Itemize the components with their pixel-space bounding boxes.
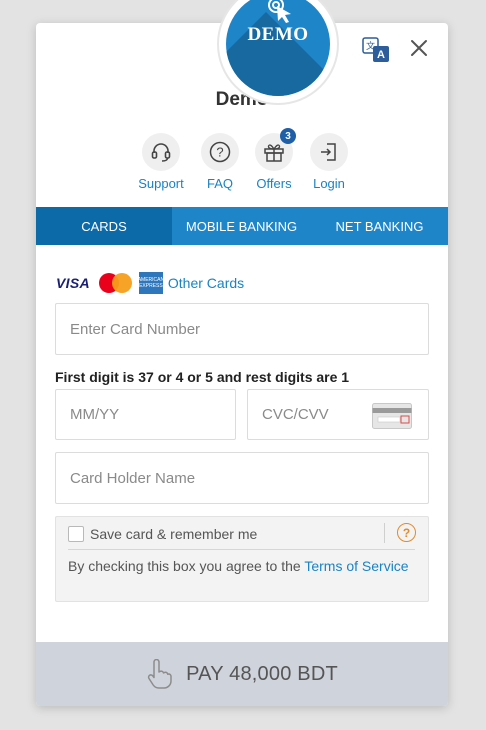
divider — [68, 549, 415, 550]
login-link[interactable]: Login — [299, 133, 359, 191]
divider — [384, 523, 385, 543]
faq-label: FAQ — [206, 176, 233, 191]
question-icon: ? — [209, 141, 231, 163]
payment-modal: DEMO 文 A Demo Support ? FAQ 3 Offers Log… — [36, 0, 448, 706]
other-cards-link[interactable]: Other Cards — [168, 275, 244, 291]
gift-icon — [264, 144, 284, 162]
faq-link[interactable]: ? FAQ — [190, 133, 250, 191]
payment-tabs: CARDS MOBILE BANKING NET BANKING — [36, 207, 448, 245]
amex-logo: AMERICAN EXPRESS — [138, 272, 164, 294]
tab-cards[interactable]: CARDS — [36, 207, 172, 245]
visa-logo: VISA — [56, 275, 90, 291]
save-card-label[interactable]: Save card & remember me — [90, 526, 257, 542]
offers-badge: 3 — [280, 128, 296, 144]
card-brands: VISA AMERICAN EXPRESS Other Cards — [56, 272, 244, 294]
login-label: Login — [313, 176, 345, 191]
offers-label: Offers — [256, 176, 292, 191]
svg-text:A: A — [377, 49, 385, 61]
close-icon[interactable] — [408, 37, 430, 59]
offers-link[interactable]: 3 Offers — [244, 128, 304, 191]
pay-button[interactable]: PAY 48,000 BDT — [36, 642, 448, 706]
card-holder-input[interactable] — [55, 452, 429, 504]
pay-label: PAY 48,000 BDT — [186, 662, 338, 685]
logo-text: DEMO — [247, 24, 309, 45]
headset-icon — [151, 143, 171, 162]
terms-text: By checking this box you agree to the Te… — [68, 556, 418, 576]
save-card-box: Save card & remember me ? By checking th… — [55, 516, 429, 602]
save-card-checkbox[interactable] — [68, 526, 84, 542]
support-link[interactable]: Support — [131, 133, 191, 191]
help-icon[interactable]: ? — [397, 523, 416, 542]
mastercard-logo — [98, 273, 133, 293]
logo-badge: DEMO — [226, 0, 330, 96]
expiry-input[interactable] — [55, 389, 236, 440]
tab-mobile-banking[interactable]: MOBILE BANKING — [172, 207, 311, 245]
translate-icon[interactable]: 文 A — [362, 37, 390, 63]
terms-prefix: By checking this box you agree to the — [68, 558, 305, 574]
terms-of-service-link[interactable]: Terms of Service — [304, 558, 408, 574]
support-label: Support — [138, 176, 184, 191]
pointer-click-icon — [268, 0, 291, 23]
svg-text:?: ? — [216, 145, 223, 160]
card-back-icon — [372, 403, 412, 429]
tap-hand-icon — [147, 659, 172, 689]
tab-net-banking[interactable]: NET BANKING — [311, 207, 448, 245]
card-number-input[interactable] — [55, 303, 429, 355]
card-number-hint: First digit is 37 or 4 or 5 and rest dig… — [55, 369, 350, 385]
login-icon — [321, 143, 336, 161]
